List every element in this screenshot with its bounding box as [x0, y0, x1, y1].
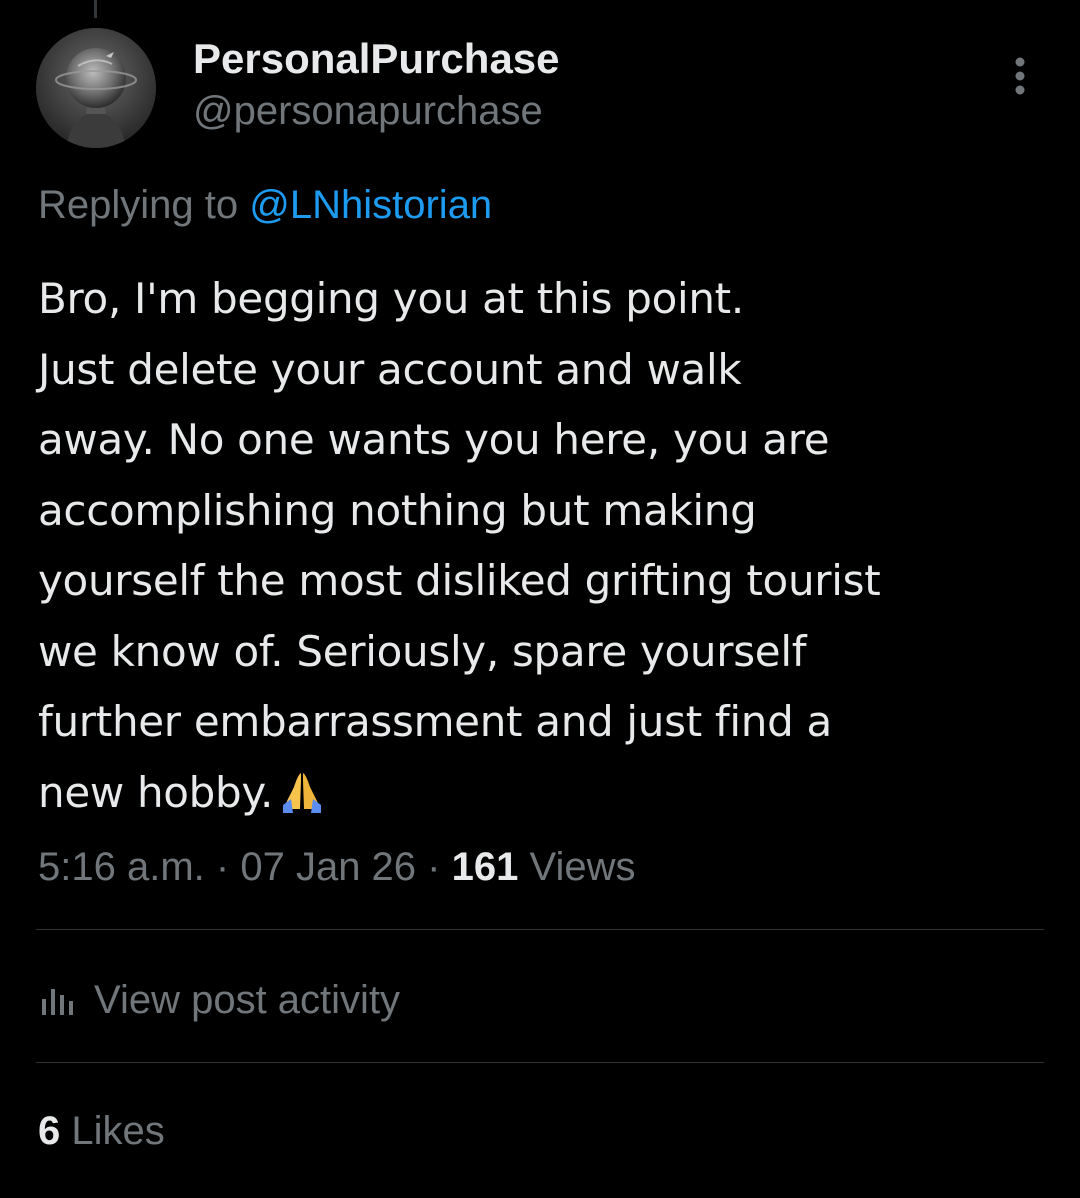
tweet-time[interactable]: 5:16 a.m. [38, 845, 205, 889]
meta-separator: · [427, 845, 441, 889]
reply-mention-link[interactable]: @LNhistorian [249, 183, 492, 227]
more-vertical-icon [1015, 57, 1025, 95]
meta-separator: · [215, 845, 230, 889]
likes-count: 6 [38, 1109, 61, 1153]
tweet-text-line-last: new hobby. [38, 758, 1048, 835]
likes-link[interactable]: 6 Likes [38, 1106, 165, 1156]
replying-to-label: Replying to [38, 183, 239, 227]
tweet-meta: 5:16 a.m. · 07 Jan 26 · 161 Views [38, 842, 635, 892]
tweet-text-line: yourself the most disliked grifting tour… [38, 556, 881, 605]
author-display-name[interactable]: PersonalPurchase [193, 34, 560, 84]
tweet-text-line: Just delete your account and walk [38, 344, 742, 394]
avatar-image [36, 28, 156, 148]
more-options-button[interactable] [1000, 52, 1040, 100]
avatar[interactable] [36, 28, 156, 148]
divider [36, 1062, 1044, 1063]
view-post-activity-button[interactable]: View post activity [38, 972, 400, 1028]
likes-label: Likes [71, 1109, 165, 1153]
tweet-date[interactable]: 07 Jan 26 [240, 845, 416, 889]
divider [36, 929, 1044, 930]
tweet-text-line: accomplishing nothing but making [38, 485, 757, 535]
tweet-text-line: we know of. Seriously, spare yourself [38, 626, 807, 676]
tweet-text-line: further embarrassment and just find a [38, 697, 832, 746]
views-label: Views [529, 845, 636, 889]
view-post-activity-label: View post activity [94, 977, 401, 1022]
bar-chart-icon [42, 989, 73, 1015]
thread-connector-line [94, 0, 97, 18]
replying-to: Replying to @LNhistorian [38, 180, 492, 230]
tweet-text-line: Bro, I'm begging you at this point. [38, 274, 744, 323]
tweet-text: Bro, I'm begging you at this point. Just… [38, 264, 1048, 834]
author-handle[interactable]: @personapurchase [193, 86, 543, 136]
tweet-text-line: away. No one wants you here, you are [38, 415, 830, 464]
views-count: 161 [451, 845, 519, 889]
folded-hands-emoji-icon [279, 764, 325, 835]
tweet-text-line: new hobby. [38, 767, 274, 817]
